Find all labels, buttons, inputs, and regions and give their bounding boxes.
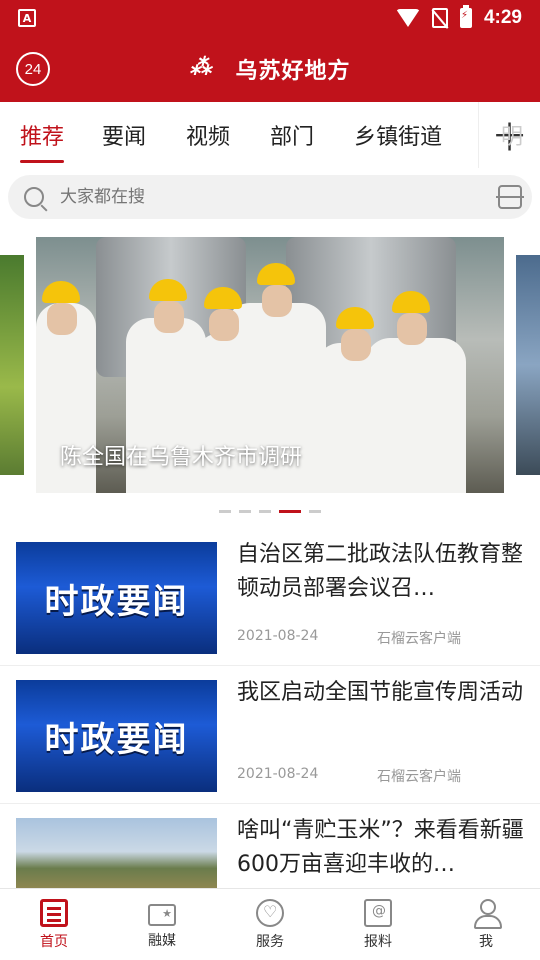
list-item[interactable]: 时政要闻 自治区第二批政法队伍教育整顿动员部署会议召… 2021-08-24 石… [0, 528, 540, 666]
hard-hat [42, 281, 80, 303]
news-thumbnail: 时政要闻 [16, 680, 217, 792]
news-date: 2021-08-24 [237, 766, 319, 782]
nav-label: 融媒 [148, 932, 176, 949]
face [397, 313, 427, 345]
banner-slide[interactable]: 陈全国在乌鲁木齐市调研 [36, 237, 504, 493]
app-title: 乌苏好地方 [235, 59, 351, 84]
tab-departments[interactable]: 部门 [270, 119, 314, 151]
person-figure [366, 338, 466, 493]
app-header: 24 ⁂ 乌苏好地方 [0, 36, 540, 102]
report-icon [364, 898, 392, 927]
tab-headlines[interactable]: 要闻 [102, 119, 146, 151]
face [341, 329, 371, 361]
nav-label: 报料 [364, 933, 392, 950]
app-notification-icon: A [18, 9, 36, 27]
carousel-indicator [0, 510, 540, 513]
24-hours-button[interactable]: 24 [16, 52, 50, 86]
face [209, 309, 239, 341]
news-source: 石榴云客户端 [377, 631, 461, 647]
thumbnail-text: 时政要闻 [44, 719, 189, 760]
banner-caption: 陈全国在乌鲁木齐市调研 [60, 445, 303, 470]
service-icon [256, 898, 284, 927]
thumbnail-text: 时政要闻 [44, 581, 189, 622]
nav-profile[interactable]: 我 [432, 889, 540, 960]
nav-label: 我 [479, 933, 493, 950]
news-date: 2021-08-24 [237, 628, 319, 644]
nav-service[interactable]: 服务 [216, 889, 324, 960]
nav-media[interactable]: 融媒 [108, 889, 216, 960]
tab-video[interactable]: 视频 [186, 119, 230, 151]
news-title: 自治区第二批政法队伍教育整顿动员部署会议召… [237, 542, 524, 601]
nav-home[interactable]: 首页 [0, 889, 108, 960]
carousel-dot [239, 510, 251, 513]
wifi-icon [395, 9, 420, 27]
news-title: 我区启动全国节能宣传周活动 [237, 680, 524, 705]
carousel-dot [309, 510, 321, 513]
profile-icon [472, 898, 502, 929]
channel-tabs: 推荐 要闻 视频 部门 乡镇街道 十 明 [0, 102, 540, 168]
news-title: 啥叫“青贮玉米”？来看看新疆600万亩喜迎丰收的… [237, 818, 524, 877]
previous-slide-peek[interactable] [0, 255, 24, 475]
bottom-navigation: 首页 融媒 服务 报料 我 [0, 888, 540, 960]
nav-label: 首页 [40, 933, 68, 950]
nav-report[interactable]: 报料 [324, 889, 432, 960]
carousel-dot [219, 510, 231, 513]
next-slide-peek[interactable] [516, 255, 540, 475]
face [47, 303, 77, 335]
scan-icon[interactable] [496, 185, 524, 209]
news-thumbnail: 时政要闻 [16, 542, 217, 654]
news-source: 石榴云客户端 [377, 769, 461, 785]
face [154, 301, 184, 333]
search-icon [24, 187, 44, 207]
clock: 4:29 [483, 7, 522, 28]
media-icon [148, 903, 176, 926]
news-list: 时政要闻 自治区第二批政法队伍教育整顿动员部署会议召… 2021-08-24 石… [0, 528, 540, 942]
face [262, 285, 292, 317]
home-icon [40, 898, 68, 927]
no-sim-icon [431, 8, 448, 28]
brand: ⁂ 乌苏好地方 [189, 53, 350, 85]
carousel-dot [259, 510, 271, 513]
tab-towns[interactable]: 乡镇街道 [354, 119, 442, 151]
tab-overflow-text: 明 [501, 125, 524, 150]
banner-carousel[interactable]: 陈全国在乌鲁木齐市调研 [0, 230, 540, 526]
battery-charging-icon [459, 5, 472, 28]
add-channel-button[interactable]: 十 明 [478, 102, 540, 168]
search-input[interactable] [60, 187, 460, 207]
search-bar[interactable] [8, 175, 532, 219]
status-bar: A 4:29 [0, 0, 540, 36]
app-logo-icon: ⁂ [189, 54, 212, 79]
tab-recommend[interactable]: 推荐 [20, 119, 65, 163]
list-item[interactable]: 时政要闻 我区启动全国节能宣传周活动 2021-08-24 石榴云客户端 [0, 666, 540, 804]
carousel-dot-active [279, 510, 301, 513]
nav-label: 服务 [256, 933, 284, 950]
